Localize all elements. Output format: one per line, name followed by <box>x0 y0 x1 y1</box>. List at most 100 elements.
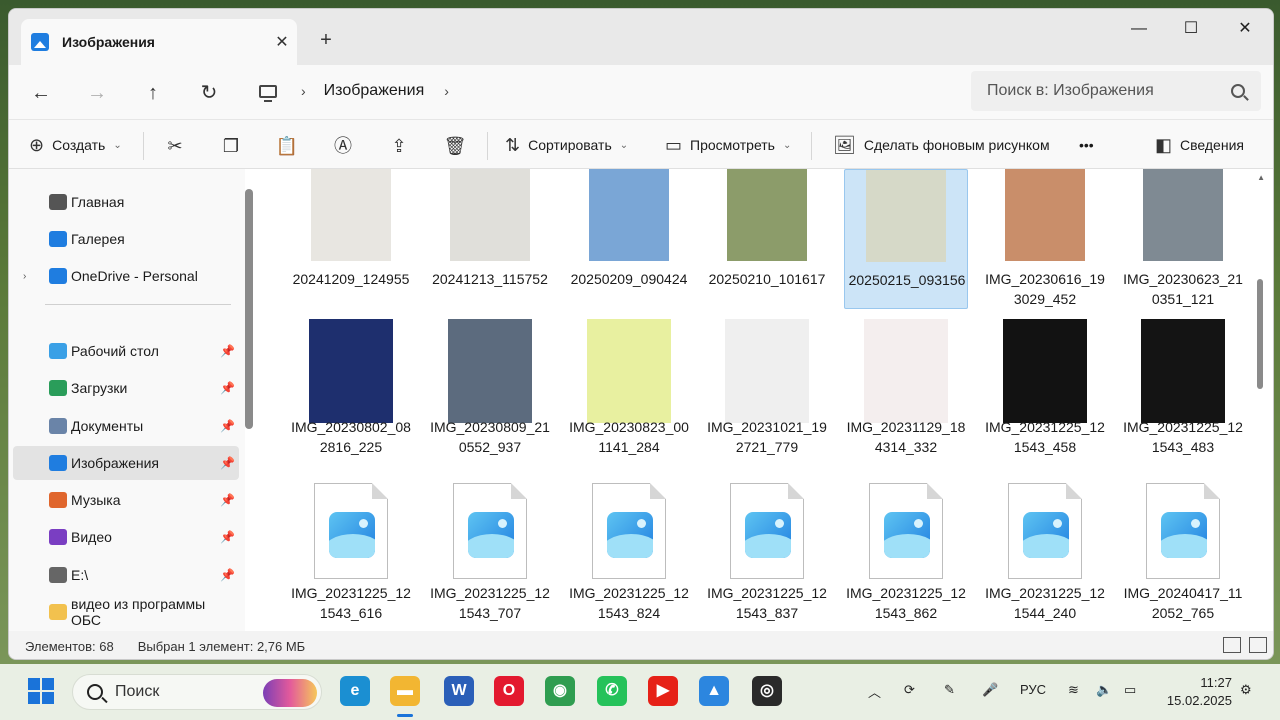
file-item[interactable]: IMG_20231225_121543_616 <box>289 483 413 623</box>
sidebar-item[interactable]: видео из программы ОБС <box>13 595 239 629</box>
photos-icon[interactable]: ▲ <box>699 676 729 706</box>
search-box[interactable]: Поиск в: Изображения <box>971 71 1261 111</box>
volume-icon[interactable]: 🔈 <box>1096 682 1112 698</box>
details-button[interactable]: ◧ Сведения <box>1155 130 1244 160</box>
view-button[interactable]: ▭ Просмотреть ⌄ <box>665 130 791 160</box>
image-file-icon <box>453 483 527 579</box>
whatsapp-icon[interactable]: ✆ <box>597 676 627 706</box>
create-button[interactable]: ⊕ Создать ⌄ <box>29 130 122 160</box>
main-scrollbar[interactable] <box>1257 279 1263 389</box>
search-input[interactable]: Поиск в: Изображения <box>987 82 1231 100</box>
pin-icon: 📌 <box>220 493 235 507</box>
file-item[interactable]: 20250210_101617 <box>705 169 829 309</box>
obs-icon[interactable]: ◎ <box>752 676 782 706</box>
file-item[interactable]: IMG_20231129_184314_332 <box>844 317 968 457</box>
details-view-icon[interactable] <box>1223 637 1241 653</box>
notifications-icon[interactable]: ⚙ <box>1240 682 1252 698</box>
file-explorer-icon[interactable]: ▬ <box>390 676 420 706</box>
edge-icon[interactable]: e <box>340 676 370 706</box>
file-item[interactable]: IMG_20230823_001141_284 <box>567 317 691 457</box>
expand-chevron-icon[interactable]: › <box>23 271 26 282</box>
cut-icon[interactable]: ✂ <box>161 132 189 160</box>
file-item[interactable]: 20250209_090424 <box>567 169 691 309</box>
sync-icon[interactable]: ⟳ <box>904 682 915 698</box>
file-name: IMG_20230809_210552_937 <box>430 419 550 455</box>
file-item[interactable]: IMG_20231225_121543_707 <box>428 483 552 623</box>
sidebar-item[interactable]: Рабочий стол 📌 <box>13 334 239 368</box>
chevron-right-icon[interactable]: › <box>301 83 306 99</box>
more-options-button[interactable]: ••• <box>1079 130 1094 160</box>
address-bar[interactable]: › Изображения › <box>245 71 961 111</box>
sort-button[interactable]: ⇅ Сортировать ⌄ <box>505 130 628 160</box>
file-item[interactable]: IMG_20231021_192721_779 <box>705 317 829 457</box>
sidebar-item[interactable]: Документы 📌 <box>13 409 239 443</box>
file-item[interactable]: IMG_20231225_121543_862 <box>844 483 968 623</box>
back-button[interactable]: ← <box>23 78 59 108</box>
file-item[interactable]: IMG_20231225_121543_483 <box>1121 317 1245 457</box>
set-wallpaper-button[interactable]: 🖼 Сделать фоновым рисунком <box>833 130 1050 160</box>
scroll-up-icon[interactable]: ▲ <box>1257 173 1265 182</box>
file-item[interactable]: 20250215_093156 <box>844 169 968 309</box>
clock[interactable]: 11:27 15.02.2025 <box>1160 674 1232 710</box>
sidebar-item[interactable]: Изображения 📌 <box>13 446 239 480</box>
chevron-right-icon[interactable]: › <box>444 83 449 99</box>
file-item[interactable]: IMG_20231225_121543_824 <box>567 483 691 623</box>
file-name: IMG_20230802_082816_225 <box>291 419 411 455</box>
word-icon[interactable]: W <box>444 676 474 706</box>
opera-icon[interactable]: O <box>494 676 524 706</box>
file-item[interactable]: 20241213_115752 <box>428 169 552 309</box>
file-item[interactable]: IMG_20240417_112052_765 <box>1121 483 1245 623</box>
this-pc-icon[interactable] <box>259 84 277 102</box>
details-label: Сведения <box>1180 137 1244 153</box>
taskbar-search-placeholder: Поиск <box>115 683 160 700</box>
file-item[interactable]: IMG_20231225_121543_458 <box>983 317 1107 457</box>
start-button[interactable] <box>28 678 54 704</box>
close-button[interactable]: ✕ <box>1225 15 1265 43</box>
copy-icon[interactable]: ❐ <box>217 132 245 160</box>
sidebar-item[interactable]: Галерея <box>13 222 239 256</box>
sidebar-item-label: Главная <box>71 194 125 210</box>
paste-icon[interactable]: 📋 <box>273 132 301 160</box>
file-item[interactable]: IMG_20230623_210351_121 <box>1121 169 1245 309</box>
sidebar-item[interactable]: Загрузки 📌 <box>13 371 239 405</box>
taskbar-search[interactable]: Поиск <box>72 674 322 710</box>
file-item[interactable]: IMG_20230809_210552_937 <box>428 317 552 457</box>
sidebar-item[interactable]: Музыка 📌 <box>13 483 239 517</box>
file-item[interactable]: IMG_20230616_193029_452 <box>983 169 1107 309</box>
sidebar-item[interactable]: Видео 📌 <box>13 520 239 554</box>
refresh-button[interactable]: ↻ <box>191 78 227 108</box>
show-hidden-icons-icon[interactable]: ︿ <box>868 682 881 701</box>
chrome-icon[interactable]: ◉ <box>545 676 575 706</box>
tab-close-icon[interactable]: ✕ <box>267 32 297 52</box>
forward-button[interactable]: → <box>79 78 115 108</box>
sidebar-item-label: OneDrive - Personal <box>71 268 198 284</box>
delete-icon[interactable]: 🗑 <box>441 132 469 160</box>
file-name: IMG_20231225_121543_824 <box>569 585 689 621</box>
battery-icon[interactable]: ▭ <box>1124 682 1136 698</box>
maximize-button[interactable]: ☐ <box>1171 15 1211 43</box>
sidebar-scrollbar[interactable] <box>245 189 253 429</box>
rename-icon[interactable]: Ⓐ <box>329 132 357 160</box>
sidebar-item[interactable]: › OneDrive - Personal <box>13 259 239 293</box>
view-label: Просмотреть <box>690 137 775 153</box>
breadcrumb-pictures[interactable]: Изображения <box>324 82 425 100</box>
sidebar-item-label: Музыка <box>71 492 121 508</box>
pen-icon[interactable]: ✎ <box>944 682 955 698</box>
wifi-icon[interactable]: ≋ <box>1068 682 1079 698</box>
sidebar-item[interactable]: E:\ 📌 <box>13 558 239 592</box>
share-icon[interactable]: ⇪ <box>385 132 413 160</box>
file-item[interactable]: IMG_20231225_121543_837 <box>705 483 829 623</box>
file-item[interactable]: IMG_20231225_121544_240 <box>983 483 1107 623</box>
sidebar-item[interactable]: Главная <box>13 185 239 219</box>
file-item[interactable]: 20241209_124955 <box>289 169 413 309</box>
microphone-icon[interactable]: 🎤 <box>982 682 998 698</box>
file-item[interactable]: IMG_20230802_082816_225 <box>289 317 413 457</box>
new-tab-button[interactable]: + <box>312 29 340 52</box>
tab-pictures[interactable]: Изображения ✕ <box>21 19 297 65</box>
minimize-button[interactable]: — <box>1119 15 1159 43</box>
language-indicator[interactable]: РУС <box>1020 682 1046 697</box>
up-button[interactable]: ↑ <box>135 78 171 108</box>
youtube-icon[interactable]: ▶ <box>648 676 678 706</box>
image-thumbnail <box>725 319 809 423</box>
tiles-view-icon[interactable] <box>1249 637 1267 653</box>
